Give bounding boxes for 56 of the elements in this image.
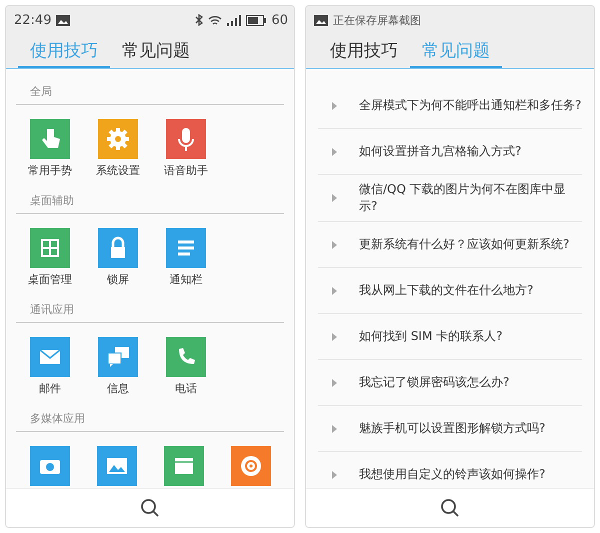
hand-icon[interactable] — [30, 119, 70, 159]
tip-label: 系统设置 — [96, 164, 140, 178]
expand-arrow-icon — [332, 332, 337, 340]
signal-icon — [227, 14, 242, 26]
faq-question[interactable]: 微信/QQ 下载的图片为何不在图库中显示? — [359, 181, 582, 215]
tip-label: 电话 — [175, 382, 197, 396]
wifi-icon — [208, 14, 222, 26]
battery-level: 60 — [271, 12, 288, 28]
mic-icon[interactable] — [166, 119, 206, 159]
faq-question[interactable]: 如何设置拼音九宫格输入方式? — [359, 143, 582, 160]
bluetooth-icon — [195, 14, 204, 26]
expand-arrow-icon — [332, 240, 337, 248]
image-icon — [56, 14, 70, 26]
mail-icon[interactable] — [30, 337, 70, 377]
image-icon[interactable] — [96, 446, 136, 486]
faq-question[interactable]: 我忘记了锁屏密码该怎么办? — [359, 374, 582, 391]
expand-arrow-icon — [332, 424, 337, 432]
time: 22:49 — [14, 12, 52, 28]
tip-label: 语音助手 — [164, 164, 208, 178]
notification-text: 正在保存屏幕截图 — [333, 12, 421, 28]
expand-arrow-icon — [332, 470, 337, 478]
section-header: 通讯应用 — [29, 302, 75, 318]
faq-question[interactable]: 魅族手机可以设置图形解锁方式吗? — [359, 420, 582, 437]
expand-arrow-icon — [332, 102, 337, 110]
tip-label: 通知栏 — [170, 273, 202, 287]
section-header: 多媒体应用 — [29, 411, 86, 427]
tip-label: 桌面管理 — [28, 273, 72, 287]
search-icon[interactable] — [440, 498, 460, 518]
tip-label: 信息 — [107, 382, 129, 396]
faq-question[interactable]: 全屏模式下为何不能呼出通知栏和多任务? — [359, 97, 582, 114]
expand-arrow-icon — [332, 194, 337, 202]
section-header: 全局 — [29, 84, 53, 100]
expand-arrow-icon — [332, 378, 337, 386]
gear-icon[interactable] — [98, 119, 138, 159]
faq-question[interactable]: 我从网上下载的文件在什么地方? — [359, 282, 582, 299]
tab[interactable]: 使用技巧 — [318, 34, 410, 68]
faq-question[interactable]: 如何找到 SIM 卡的联系人? — [359, 328, 582, 345]
battery-icon — [246, 14, 266, 26]
tip-label: 锁屏 — [107, 273, 129, 287]
tab[interactable]: 常见问题 — [110, 34, 202, 68]
faq-question[interactable]: 我想使用自定义的铃声该如何操作? — [359, 466, 582, 483]
section-header: 桌面辅助 — [29, 193, 75, 209]
search-icon[interactable] — [140, 498, 160, 518]
lock-icon[interactable] — [98, 228, 138, 268]
image-icon — [314, 14, 328, 26]
tip-label: 邮件 — [39, 382, 61, 396]
camera-icon[interactable] — [30, 446, 70, 486]
lines-icon[interactable] — [166, 228, 206, 268]
chat-icon[interactable] — [98, 337, 138, 377]
grid-icon[interactable] — [30, 228, 70, 268]
phone-icon[interactable] — [166, 337, 206, 377]
tip-label: 常用手势 — [28, 164, 72, 178]
expand-arrow-icon — [332, 148, 337, 156]
faq-question[interactable]: 更新系统有什么好？应该如何更新系统? — [359, 236, 582, 253]
expand-arrow-icon — [332, 286, 337, 294]
film-icon[interactable] — [164, 446, 204, 486]
